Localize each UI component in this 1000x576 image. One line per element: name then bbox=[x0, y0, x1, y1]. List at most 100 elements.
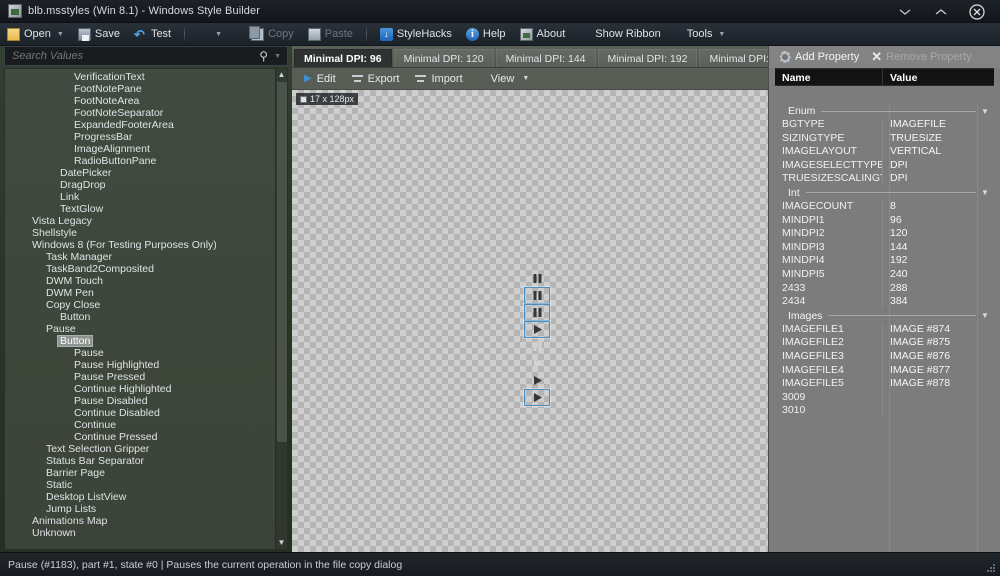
toolbar-overflow-menu[interactable]: ▼ bbox=[191, 24, 244, 45]
tree-item[interactable]: Copy Close bbox=[5, 299, 275, 311]
tree-item[interactable]: Continue bbox=[5, 419, 275, 431]
property-group-header[interactable]: Images ▼ bbox=[775, 309, 994, 323]
tree-item[interactable]: Pause Highlighted bbox=[5, 359, 275, 371]
tree-item[interactable]: Pause Pressed bbox=[5, 371, 275, 383]
remove-property-button[interactable]: ✕ Remove Property bbox=[866, 47, 977, 67]
test-button[interactable]: ↶ Test bbox=[127, 24, 178, 45]
property-row[interactable]: 2433 288 bbox=[775, 281, 994, 296]
tree-item[interactable]: Barrier Page bbox=[5, 467, 275, 479]
transparency-checker-canvas[interactable]: 17 x 128px bbox=[292, 90, 768, 552]
view-button[interactable]: View ▼ bbox=[483, 69, 538, 89]
paste-button[interactable]: Paste bbox=[301, 24, 360, 45]
property-group-header[interactable]: Int ▼ bbox=[775, 186, 994, 200]
property-row[interactable]: IMAGELAYOUT VERTICAL bbox=[775, 145, 994, 159]
property-row[interactable]: IMAGESELECTTYPE DPI bbox=[775, 158, 994, 173]
about-button[interactable]: About bbox=[513, 24, 573, 45]
tools-button[interactable]: Tools ▼ bbox=[680, 24, 733, 45]
open-button[interactable]: Open ▼ bbox=[0, 24, 71, 45]
tree-scrollbar[interactable]: ▲ ▼ bbox=[275, 69, 287, 549]
export-button[interactable]: Export bbox=[344, 69, 408, 89]
tree-item[interactable]: Continue Pressed bbox=[5, 431, 275, 443]
property-row[interactable]: MINDPI1 96 bbox=[775, 213, 994, 228]
save-button[interactable]: Save bbox=[71, 24, 127, 45]
chevron-down-icon[interactable]: ▼ bbox=[976, 188, 994, 197]
image-frame[interactable] bbox=[523, 320, 551, 339]
property-row[interactable]: MINDPI2 120 bbox=[775, 227, 994, 241]
dpi-tab[interactable]: Minimal DPI: 96 bbox=[294, 49, 392, 67]
tree-item[interactable]: DWM Pen bbox=[5, 287, 275, 299]
property-row[interactable]: IMAGEFILE2 IMAGE #875 bbox=[775, 336, 994, 350]
property-row[interactable]: 3010 bbox=[775, 404, 994, 418]
dpi-tab[interactable]: Minimal DPI: 144 bbox=[495, 49, 596, 67]
search-icon[interactable]: ⚲ bbox=[257, 49, 274, 63]
tree-item[interactable]: Link bbox=[5, 191, 275, 203]
property-row[interactable]: IMAGEFILE3 IMAGE #876 bbox=[775, 349, 994, 364]
tree-item[interactable]: DatePicker bbox=[5, 167, 275, 179]
add-property-button[interactable]: Add Property bbox=[774, 47, 864, 67]
tree-item[interactable]: ProgressBar bbox=[5, 131, 275, 143]
image-frame[interactable] bbox=[523, 303, 551, 322]
image-frame[interactable] bbox=[523, 388, 551, 407]
tree-item[interactable]: VerificationText bbox=[5, 71, 275, 83]
tree-item[interactable]: Animations Map bbox=[5, 515, 275, 527]
tree-item[interactable]: Jump Lists bbox=[5, 503, 275, 515]
tree-item[interactable]: Button bbox=[5, 335, 275, 347]
scrollbar-thumb[interactable] bbox=[277, 82, 287, 442]
tree-item[interactable]: ExpandedFooterArea bbox=[5, 119, 275, 131]
properties-grid-body[interactable]: Enum ▼ BGTYPE IMAGEFILE SIZINGTYPE TRUESIZE IM… bbox=[775, 104, 994, 552]
close-icon[interactable] bbox=[966, 2, 988, 22]
column-header-value[interactable]: Value bbox=[883, 69, 994, 85]
tree-item[interactable]: TextGlow bbox=[5, 203, 275, 215]
tree-item[interactable]: Vista Legacy bbox=[5, 215, 275, 227]
property-row[interactable]: IMAGEFILE5 IMAGE #878 bbox=[775, 377, 994, 391]
tree-item[interactable]: ImageAlignment bbox=[5, 143, 275, 155]
maximize-icon[interactable] bbox=[930, 2, 952, 22]
chevron-down-icon[interactable]: ▼ bbox=[57, 31, 64, 38]
tree-item[interactable]: Task Manager bbox=[5, 251, 275, 263]
scroll-up-arrow[interactable]: ▲ bbox=[276, 69, 287, 81]
property-row[interactable]: IMAGEFILE4 IMAGE #877 bbox=[775, 363, 994, 378]
image-frame[interactable] bbox=[523, 286, 551, 305]
property-row[interactable]: IMAGEFILE1 IMAGE #874 bbox=[775, 322, 994, 337]
property-row[interactable]: MINDPI5 240 bbox=[775, 267, 994, 282]
property-row[interactable]: SIZINGTYPE TRUESIZE bbox=[775, 131, 994, 146]
scroll-down-arrow[interactable]: ▼ bbox=[276, 537, 287, 549]
chevron-down-icon[interactable]: ▼ bbox=[274, 53, 287, 60]
property-row[interactable]: TRUESIZESCALINGTYPEDPI bbox=[775, 172, 994, 186]
image-canvas-area[interactable]: 17 x 128px bbox=[292, 90, 768, 552]
dpi-tab[interactable]: Minimal DPI: 192 bbox=[597, 49, 698, 67]
image-frame[interactable] bbox=[524, 355, 550, 372]
image-frame[interactable] bbox=[524, 270, 550, 287]
property-group-header[interactable]: Enum ▼ bbox=[775, 104, 994, 118]
tree-item[interactable]: Pause bbox=[5, 323, 275, 335]
tree-item[interactable]: Pause bbox=[5, 347, 275, 359]
tree-item[interactable]: FootNoteArea bbox=[5, 95, 275, 107]
tree-item[interactable]: Button bbox=[5, 311, 275, 323]
image-frame[interactable] bbox=[524, 372, 550, 389]
property-row[interactable]: 2434 384 bbox=[775, 295, 994, 309]
tree-item[interactable]: DragDrop bbox=[5, 179, 275, 191]
search-input[interactable] bbox=[5, 50, 258, 62]
chevron-down-icon[interactable]: ▼ bbox=[976, 107, 994, 116]
tree-item[interactable]: Shellstyle bbox=[5, 227, 275, 239]
tree-item[interactable]: FootNoteSeparator bbox=[5, 107, 275, 119]
tree-item[interactable]: FootNotePane bbox=[5, 83, 275, 95]
chevron-down-icon[interactable]: ▼ bbox=[976, 311, 994, 320]
property-row[interactable]: IMAGECOUNT 8 bbox=[775, 199, 994, 214]
property-row[interactable]: 3009 bbox=[775, 390, 994, 405]
tree-item[interactable]: DWM Touch bbox=[5, 275, 275, 287]
import-button[interactable]: Import bbox=[407, 69, 470, 89]
property-row[interactable]: MINDPI3 144 bbox=[775, 240, 994, 255]
tree-item[interactable]: Pause Disabled bbox=[5, 395, 275, 407]
tree-item[interactable]: Desktop ListView bbox=[5, 491, 275, 503]
property-row[interactable]: BGTYPE IMAGEFILE bbox=[775, 118, 994, 132]
tree-item[interactable]: Unknown bbox=[5, 527, 275, 539]
tree-item[interactable]: RadioButtonPane bbox=[5, 155, 275, 167]
tree-item[interactable]: Text Selection Gripper bbox=[5, 443, 275, 455]
style-parts-tree[interactable]: VerificationText FootNotePane FootNoteArea… bbox=[4, 68, 288, 550]
tree-item[interactable]: Continue Disabled bbox=[5, 407, 275, 419]
copy-button[interactable]: Copy bbox=[244, 24, 301, 45]
stylehacks-button[interactable]: ↓ StyleHacks bbox=[373, 24, 459, 45]
tree-item[interactable]: TaskBand2Composited bbox=[5, 263, 275, 275]
tree-item[interactable]: Status Bar Separator bbox=[5, 455, 275, 467]
